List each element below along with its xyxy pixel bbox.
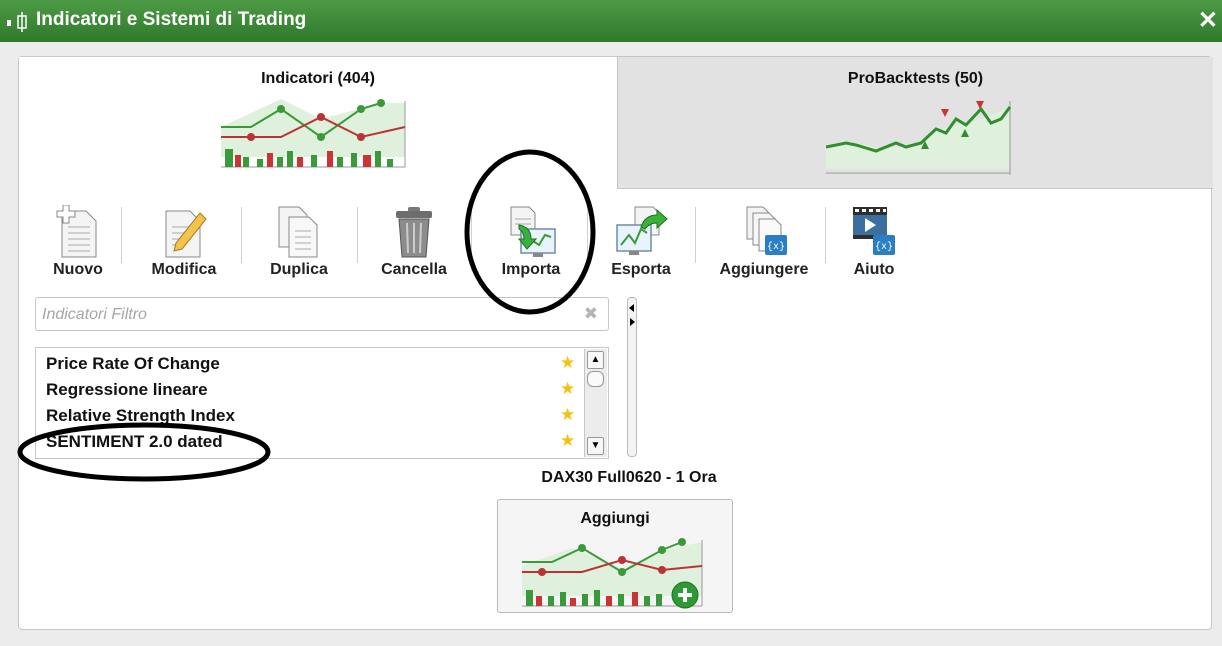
add-code-label: Aggiungere: [719, 261, 809, 278]
edit-pencil-icon: [165, 210, 207, 258]
filter-box: ✖: [35, 297, 609, 331]
scroll-thumb[interactable]: [587, 371, 604, 387]
export-label: Esporta: [611, 261, 671, 278]
list-item[interactable]: Regressione lineare: [46, 380, 551, 404]
tab-probacktests[interactable]: ProBacktests (50): [617, 57, 1213, 189]
export-icon: [616, 206, 668, 255]
new-document-icon: [56, 205, 97, 258]
clear-filter-icon[interactable]: ✖: [584, 304, 598, 324]
main-panel: Indicatori (404) ProBacktests (50) Nuovo…: [18, 56, 1213, 630]
import-label: Importa: [501, 261, 561, 278]
tab-probacktests-label: ProBacktests (50): [847, 70, 984, 87]
toolbar-separator: [695, 207, 696, 263]
add-plus-icon: [671, 581, 699, 609]
scroll-down-icon[interactable]: ▼: [587, 437, 604, 455]
import-button[interactable]: Importa: [489, 205, 573, 279]
edit-button[interactable]: Modifica: [137, 205, 231, 279]
export-button[interactable]: Esporta: [601, 205, 681, 279]
new-button[interactable]: Nuovo: [43, 205, 113, 279]
list-scrollbar[interactable]: ▲ ▼: [584, 349, 607, 457]
instrument-label: DAX30 Full0620 - 1 Ora: [541, 469, 717, 486]
toolbar-separator: [587, 207, 588, 263]
duplicate-icon: [278, 206, 318, 258]
collapse-arrows-icon: [629, 304, 635, 326]
list-item-label: Regressione lineare: [46, 380, 208, 399]
duplicate-button[interactable]: Duplica: [255, 205, 343, 279]
help-label: Aiuto: [853, 261, 895, 278]
toolbar-separator: [825, 207, 826, 263]
delete-button[interactable]: Cancella: [369, 205, 459, 279]
list-item-label: SENTIMENT 2.0 dated: [46, 432, 223, 451]
toolbar-separator: [357, 207, 358, 263]
svg-text:{x}: {x}: [875, 241, 893, 253]
list-item[interactable]: SENTIMENT 2.0 dated: [46, 432, 551, 456]
trash-icon: [396, 207, 432, 258]
tab-indicatori-label: Indicatori (404): [261, 70, 375, 87]
toolbar-separator: [121, 207, 122, 263]
toolbar-separator: [241, 207, 242, 263]
help-video-icon: {x}: [853, 207, 895, 255]
panel-splitter[interactable]: [627, 297, 637, 457]
backtest-chart-icon: [826, 101, 1012, 175]
scroll-up-icon[interactable]: ▲: [587, 351, 604, 369]
list-item-label: Price Rate Of Change: [46, 354, 220, 373]
app-logo-icon: [7, 12, 27, 32]
add-code-icon: {x}: [746, 206, 787, 255]
window-title: Indicatori e Sistemi di Trading: [36, 9, 307, 30]
help-button[interactable]: {x} Aiuto: [839, 205, 909, 279]
add-indicator-label: Aggiungi: [580, 510, 650, 527]
new-label: Nuovo: [53, 261, 103, 278]
close-icon[interactable]: ✕: [1198, 6, 1218, 35]
list-item[interactable]: Price Rate Of Change: [46, 354, 551, 378]
favorite-star-icon[interactable]: ★: [560, 353, 575, 373]
list-item[interactable]: Relative Strength Index: [46, 406, 551, 430]
toolbar-separator: [471, 207, 472, 263]
list-item-label: Relative Strength Index: [46, 406, 235, 425]
favorite-star-icon[interactable]: ★: [560, 405, 575, 425]
import-icon: [510, 206, 556, 257]
indicator-filter-input[interactable]: [40, 303, 564, 327]
svg-text:{x}: {x}: [767, 241, 785, 253]
tab-indicatori[interactable]: Indicatori (404): [19, 57, 617, 189]
delete-label: Cancella: [381, 261, 447, 278]
title-bar: Indicatori e Sistemi di Trading ✕: [0, 0, 1222, 42]
indicator-chart-icon: [221, 99, 406, 168]
favorite-star-icon[interactable]: ★: [560, 379, 575, 399]
favorite-star-icon[interactable]: ★: [560, 431, 575, 451]
add-code-button[interactable]: {x} Aggiungere: [709, 205, 819, 279]
indicator-list: Price Rate Of Change ★ Regressione linea…: [35, 347, 609, 459]
duplicate-label: Duplica: [270, 261, 328, 278]
add-indicator-button[interactable]: Aggiungi: [497, 499, 733, 613]
edit-label: Modifica: [151, 261, 217, 278]
